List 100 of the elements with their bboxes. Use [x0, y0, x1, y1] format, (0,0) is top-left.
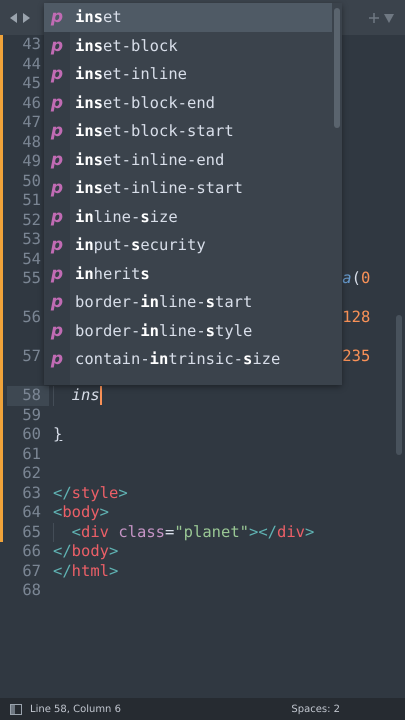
completion-item[interactable]: p inset-block-start: [44, 117, 332, 146]
line-number: 47: [21, 113, 42, 132]
code-token: style: [72, 484, 118, 503]
completion-item[interactable]: p inset-block: [44, 32, 332, 60]
code-token: </: [53, 484, 72, 503]
code-token: <: [72, 522, 81, 542]
completion-item[interactable]: p inset-inline-end: [44, 146, 332, 174]
property-kind-icon: p: [44, 292, 70, 312]
property-kind-icon: p: [44, 92, 70, 113]
line-number: 60: [21, 425, 42, 444]
indentation-setting[interactable]: Spaces: 2: [291, 704, 340, 714]
completion-item[interactable]: p inherits: [44, 260, 332, 288]
completion-item[interactable]: p input-security: [44, 231, 332, 260]
line-number: 55: [21, 269, 42, 288]
text-cursor: [100, 386, 102, 405]
code-token: "planet": [174, 522, 249, 542]
completion-label: inherits: [75, 264, 150, 283]
line-number: 66: [21, 542, 42, 562]
completion-item[interactable]: p inset-inline-start: [44, 174, 332, 202]
panel-toggle-icon[interactable]: [10, 704, 22, 714]
line-number: 54: [21, 250, 42, 269]
completion-item[interactable]: p inset-inline: [44, 60, 332, 88]
code-token: a: [342, 269, 352, 288]
completion-label: inset-block-start: [75, 122, 234, 140]
line-number: 56: [21, 308, 42, 328]
code-token: 128: [342, 308, 370, 328]
line-number: 67: [21, 562, 42, 581]
code-token: </: [53, 562, 72, 581]
property-kind-icon: p: [44, 264, 70, 284]
line-number: 53: [21, 230, 42, 250]
line-number: 65: [21, 522, 42, 542]
code-token: >: [100, 503, 110, 522]
code-token: class: [118, 522, 165, 542]
code-token: body: [72, 542, 109, 562]
property-kind-icon: p: [44, 64, 70, 84]
completion-item[interactable]: p border-inline-style: [44, 316, 332, 345]
code-token: 0: [360, 269, 370, 288]
code-token: }: [53, 425, 62, 444]
line-number: 57: [21, 347, 42, 366]
property-kind-icon: p: [44, 121, 70, 142]
completion-label: inset-block-end: [75, 94, 215, 112]
property-kind-icon: p: [44, 178, 70, 198]
line-number: 48: [21, 132, 42, 152]
property-kind-icon: p: [44, 150, 70, 170]
completion-label: inset-inline-start: [75, 179, 243, 198]
completion-item[interactable]: p inline-size: [44, 202, 332, 231]
add-tab-icon[interactable]: [369, 12, 395, 24]
completion-item[interactable]: p border-inline-start: [44, 288, 332, 316]
completion-label: inset-block: [75, 36, 178, 55]
line-number: 46: [21, 94, 42, 113]
completion-label: border-inline-start: [75, 293, 252, 312]
code-token: <: [53, 503, 62, 522]
completion-item[interactable]: p inset: [44, 3, 332, 32]
line-number: 62: [21, 464, 42, 484]
line-number: 51: [21, 191, 42, 210]
code-token: body: [62, 503, 100, 522]
property-kind-icon: p: [44, 349, 70, 370]
code-token: </: [53, 542, 72, 562]
line-number: 58: [7, 386, 49, 406]
line-number: 64: [21, 503, 42, 522]
line-number: 68: [21, 581, 42, 600]
code-token: (: [352, 269, 361, 288]
property-kind-icon: p: [44, 7, 70, 28]
line-number: 63: [21, 484, 42, 503]
completion-item[interactable]: p inset-block-end: [44, 88, 332, 117]
property-kind-icon: p: [44, 320, 70, 341]
completion-label: inset: [75, 8, 122, 26]
scrollbar[interactable]: [396, 315, 402, 455]
property-kind-icon: p: [44, 36, 70, 56]
completion-label: inline-size: [75, 208, 178, 226]
code-token: html: [72, 562, 109, 581]
popup-scrollbar[interactable]: [334, 8, 340, 128]
completion-label: contain-intrinsic-size: [75, 350, 280, 368]
code-token: >: [109, 542, 118, 562]
line-number: 50: [21, 172, 42, 191]
property-kind-icon: p: [44, 206, 70, 227]
tab-navigation-icon[interactable]: [10, 12, 30, 22]
completion-label: inset-inline: [75, 65, 187, 84]
code-token: =: [165, 522, 174, 542]
code-token: ins: [72, 386, 100, 406]
line-number: 52: [21, 210, 42, 230]
code-token: div: [81, 522, 109, 542]
line-number: 59: [21, 406, 42, 425]
line-number: 45: [21, 74, 42, 94]
code-token: div: [277, 522, 305, 542]
completion-label: input-security: [75, 236, 206, 254]
line-number: 43: [21, 35, 42, 54]
code-token: >: [109, 562, 118, 581]
completion-item[interactable]: p contain-intrinsic-size: [44, 345, 332, 374]
code-token: >: [305, 522, 314, 542]
code-token: 235: [342, 347, 370, 366]
completion-label: inset-inline-end: [75, 150, 224, 169]
code-token: ></: [249, 522, 277, 542]
line-number: 61: [21, 444, 42, 464]
line-number: 49: [21, 152, 42, 172]
cursor-position[interactable]: Line 58, Column 6: [30, 704, 121, 714]
code-token: >: [118, 484, 128, 503]
line-number: 44: [21, 54, 42, 74]
property-kind-icon: p: [44, 235, 70, 256]
completion-label: border-inline-style: [75, 322, 252, 340]
